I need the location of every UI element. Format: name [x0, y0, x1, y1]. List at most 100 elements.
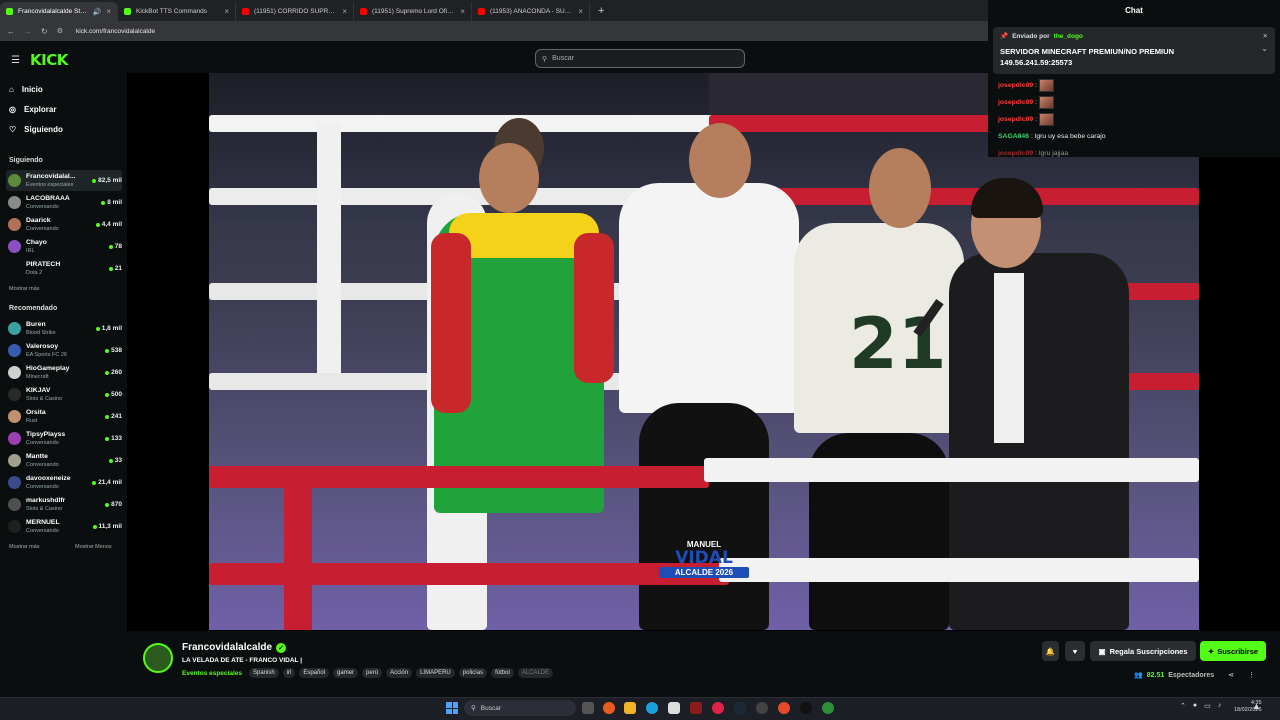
windows-start-icon[interactable]: [446, 702, 458, 714]
tag[interactable]: irl: [282, 668, 296, 678]
notifications-icon[interactable]: ▲: [1252, 701, 1261, 711]
reload-icon[interactable]: ↻: [41, 27, 48, 36]
show-more-following[interactable]: Mostrar más: [9, 286, 40, 292]
search-input[interactable]: ⚲ Buscar: [535, 49, 745, 68]
sidebar-channel[interactable]: davooxeneize Conversando 21,4 mil: [6, 472, 122, 493]
live-dot-icon: [108, 266, 113, 271]
channel-avatar[interactable]: [143, 643, 173, 673]
tag[interactable]: policías: [458, 668, 488, 678]
nav-explorar[interactable]: ◎ Explorar: [9, 105, 56, 114]
tag[interactable]: ALCALDE: [517, 668, 554, 678]
browser-tab[interactable]: Francovidalalcalde Stream 🔊 ×: [0, 2, 118, 21]
tag[interactable]: Spanish: [248, 668, 279, 678]
close-tab-icon[interactable]: ×: [106, 7, 111, 16]
gift-subscriptions-button[interactable]: ▣ Regala Suscripciones: [1090, 641, 1196, 661]
nav-inicio[interactable]: ⌂ Inicio: [9, 85, 43, 94]
sidebar-channel[interactable]: PIRATECH Dota 2 21: [6, 258, 122, 279]
verified-badge-icon: ✓: [276, 642, 287, 653]
chevron-down-icon[interactable]: ⌄: [1261, 44, 1268, 53]
chat-username[interactable]: josepdlc09: [998, 82, 1033, 89]
pinned-message[interactable]: 📌 Enviado por the_dogo ✕ SERVIDOR MINECRAFT…: [993, 27, 1275, 74]
tag[interactable]: Acción: [386, 668, 413, 678]
volume-icon[interactable]: ♪: [1218, 702, 1222, 710]
microphone-icon[interactable]: ●: [1193, 702, 1197, 710]
sidebar-channel[interactable]: Orsita Rust 241: [6, 406, 122, 427]
chevron-up-icon[interactable]: ⌃: [1180, 702, 1186, 710]
menu-icon[interactable]: ☰: [11, 55, 20, 66]
chat-username[interactable]: josepdlc09: [998, 116, 1033, 123]
channel-name: TipsyPlayss: [26, 430, 66, 438]
sidebar-channel[interactable]: MERNUEL Conversando 11,3 mil: [6, 516, 122, 537]
channel-title[interactable]: Francovidalalcalde ✓: [182, 642, 287, 653]
close-tab-icon[interactable]: ×: [224, 7, 229, 16]
file-explorer-icon[interactable]: [624, 702, 636, 714]
taskbar-search[interactable]: ⚲ Buscar: [464, 700, 576, 716]
subscribe-button[interactable]: ✦ Suscribirse: [1200, 641, 1266, 661]
sidebar-channel[interactable]: Valerosoy EA Sports FC 26 538: [6, 340, 122, 361]
tag[interactable]: perú: [362, 668, 383, 678]
youtube-favicon-icon: [242, 8, 249, 15]
sidebar-channel[interactable]: Chayo IRL 78: [6, 236, 122, 257]
nav-siguiendo[interactable]: ♡ Siguiendo: [9, 125, 63, 134]
sidebar-channel[interactable]: HioGameplay Minecraft 260: [6, 362, 122, 383]
kick-logo[interactable]: KICK: [30, 51, 68, 69]
network-icon[interactable]: ▭: [1204, 702, 1211, 710]
sidebar-channel[interactable]: Francovidalal... Eventos especiales 82,5 m…: [6, 170, 122, 191]
chat-username[interactable]: josepdlc09: [998, 99, 1033, 106]
steam-icon[interactable]: [734, 702, 746, 714]
chat-username[interactable]: SAGA846: [998, 133, 1029, 140]
tag[interactable]: Español: [299, 668, 330, 678]
browser-tab[interactable]: (11953) ANACONDA - SUPREM ×: [472, 2, 590, 21]
back-icon[interactable]: ←: [7, 27, 15, 36]
tag[interactable]: gamer: [333, 668, 359, 678]
show-more-recommended[interactable]: Mostrar más: [9, 544, 40, 550]
store-icon[interactable]: [668, 702, 680, 714]
browser-tab[interactable]: (11951) CORRIDO SUPREMO ×: [236, 2, 354, 21]
forward-icon[interactable]: →: [24, 27, 32, 36]
kick-favicon-icon: [6, 8, 13, 15]
tab-title: (11951) Supremo Lord Oficial: [372, 8, 456, 15]
task-view-icon[interactable]: [582, 702, 594, 714]
show-less-recommended[interactable]: Mostrar Menos: [75, 544, 112, 550]
channel-name: Daarick: [26, 216, 51, 224]
chat-username[interactable]: josepdlc09: [998, 150, 1033, 157]
app-icon[interactable]: [712, 702, 724, 714]
close-tab-icon[interactable]: ×: [578, 7, 583, 16]
tiktok-icon[interactable]: [800, 702, 812, 714]
campaign-logo: MANUEL VIDAL ALCALDE 2026: [659, 539, 749, 578]
sidebar-channel[interactable]: LACOBRAAA Conversando 8 mil: [6, 192, 122, 213]
sidebar-channel[interactable]: Daarick Conversando 4,4 mil: [6, 214, 122, 235]
chrome-icon[interactable]: [778, 702, 790, 714]
edge-icon[interactable]: [646, 702, 658, 714]
browser-tab[interactable]: KickBot TTS Commands ×: [118, 2, 236, 21]
sidebar-channel[interactable]: KIKJAV Slots & Casino 500: [6, 384, 122, 405]
share-icon[interactable]: ⋖: [1228, 671, 1234, 679]
follow-button[interactable]: ♥: [1065, 641, 1085, 661]
close-tab-icon[interactable]: ×: [460, 7, 465, 16]
more-options-icon[interactable]: ⋮: [1248, 671, 1255, 679]
sidebar-channel[interactable]: markushdlfr Slots & Casino 870: [6, 494, 122, 515]
close-tab-icon[interactable]: ×: [342, 7, 347, 16]
app-icon[interactable]: [756, 702, 768, 714]
unpin-icon[interactable]: ✕: [1263, 32, 1268, 40]
viewer-count: 82.51: [1146, 671, 1165, 679]
sidebar-channel[interactable]: Buren Blood Strike 1,8 mil: [6, 318, 122, 339]
avatar: [8, 388, 21, 401]
app-icon[interactable]: [822, 702, 834, 714]
url-field[interactable]: kick.com/francovidalalcalde: [76, 28, 155, 35]
tag[interactable]: fútbol: [491, 668, 514, 678]
app-icon[interactable]: [690, 702, 702, 714]
channel-name: Francovidalalcalde: [182, 642, 273, 653]
browser-tab[interactable]: (11951) Supremo Lord Oficial ×: [354, 2, 472, 21]
site-info-icon[interactable]: ⚙: [57, 27, 63, 35]
channel-category: EA Sports FC 26: [26, 351, 67, 358]
sidebar-channel[interactable]: TipsyPlayss Conversando 133: [6, 428, 122, 449]
speaker-icon[interactable]: 🔊: [93, 8, 102, 16]
stream-category[interactable]: Eventos especiales: [182, 670, 242, 677]
tag[interactable]: LIMAPERU: [416, 668, 455, 678]
pinned-user[interactable]: the_dogo: [1054, 33, 1083, 40]
notification-bell-button[interactable]: 🔔: [1042, 641, 1059, 661]
app-icon[interactable]: [603, 702, 615, 714]
new-tab-button[interactable]: +: [590, 2, 612, 21]
sidebar-channel[interactable]: Mantte Conversando 33: [6, 450, 122, 471]
